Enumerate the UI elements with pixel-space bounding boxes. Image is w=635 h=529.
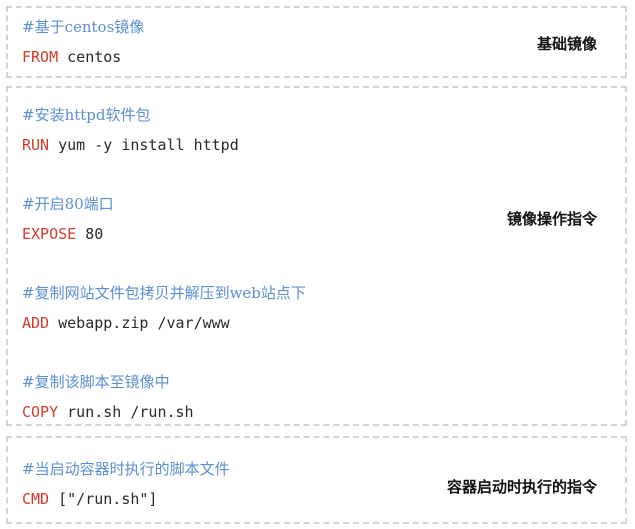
instruction-line: ADD webapp.zip /var/www — [22, 314, 230, 332]
comment-line: #基于centos镜像 — [22, 18, 145, 36]
instruction-args: yum -y install httpd — [49, 136, 239, 154]
base-image-section: #基于centos镜像 FROM centos 基础镜像 — [6, 6, 627, 78]
instruction-line: RUN yum -y install httpd — [22, 136, 239, 154]
comment-line: #复制该脚本至镜像中 — [22, 373, 170, 391]
container-start-section: #当启动容器时执行的脚本文件 CMD ["/run.sh"] 容器启动时执行的指… — [6, 436, 627, 524]
instruction-args: 80 — [76, 225, 104, 243]
image-operations-section: #安装httpd软件包 RUN yum -y install httpd #开启… — [6, 86, 627, 426]
instruction-line: CMD ["/run.sh"] — [22, 490, 157, 508]
keyword-from: FROM — [22, 48, 59, 66]
instruction-line: FROM centos — [22, 48, 121, 66]
keyword-cmd: CMD — [22, 490, 50, 508]
section-label-image-operations: 镜像操作指令 — [506, 210, 597, 228]
keyword-copy: COPY — [22, 403, 59, 421]
instruction-args: run.sh /run.sh — [58, 403, 194, 421]
instruction-line: EXPOSE 80 — [22, 225, 103, 243]
instruction-line: COPY run.sh /run.sh — [22, 403, 194, 421]
comment-line: #当启动容器时执行的脚本文件 — [22, 460, 230, 478]
comment-line: #安装httpd软件包 — [22, 106, 151, 124]
instruction-args: webapp.zip /var/www — [49, 314, 230, 332]
keyword-run: RUN — [22, 136, 50, 154]
section-label-container-start: 容器启动时执行的指令 — [446, 478, 597, 496]
section-label-base-image: 基础镜像 — [536, 35, 597, 53]
keyword-expose: EXPOSE — [22, 225, 77, 243]
comment-line: #复制网站文件包拷贝并解压到web站点下 — [22, 284, 306, 302]
comment-line: #开启80端口 — [22, 195, 114, 213]
keyword-add: ADD — [22, 314, 50, 332]
instruction-args: centos — [58, 48, 122, 66]
instruction-args: ["/run.sh"] — [49, 490, 158, 508]
